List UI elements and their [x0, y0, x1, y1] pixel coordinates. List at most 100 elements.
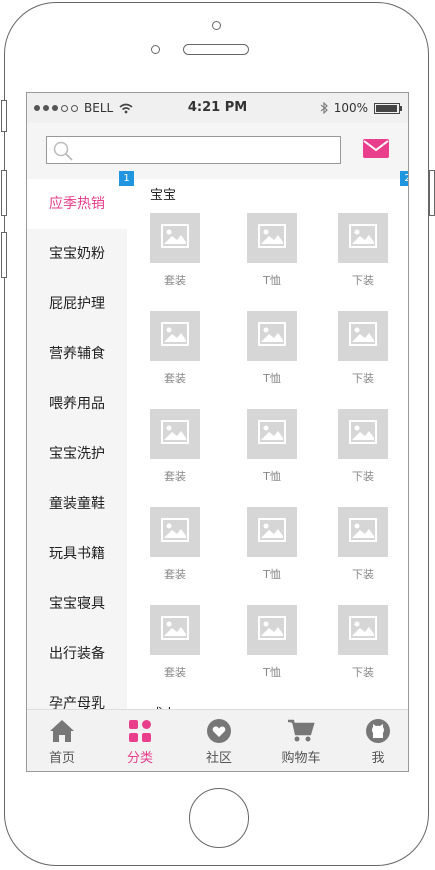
product-thumbnail — [247, 409, 297, 459]
search-input[interactable] — [46, 136, 341, 164]
screen: BELL 4:21 PM 100% 应季热销 宝宝奶粉 屁屁护理 营养辅食 喂养… — [26, 92, 409, 772]
image-placeholder-icon — [349, 224, 377, 248]
tile-label: 下装 — [352, 274, 374, 287]
image-placeholder-icon — [349, 322, 377, 346]
category-tile[interactable]: 下装 — [337, 213, 389, 288]
annotation-badge-2: 2 — [400, 171, 408, 186]
tab-label: 购物车 — [281, 751, 321, 766]
home-button[interactable] — [189, 788, 249, 848]
power-button — [429, 170, 435, 216]
image-placeholder-icon — [349, 518, 377, 542]
tile-label: 套装 — [164, 568, 186, 581]
product-thumbnail — [338, 409, 388, 459]
product-thumbnail — [247, 605, 297, 655]
volume-up-button — [1, 170, 7, 216]
sidebar-item[interactable]: 宝宝寝具 — [27, 579, 127, 629]
category-tile[interactable]: T恤 — [246, 605, 298, 680]
tab-item[interactable]: 我 — [343, 716, 408, 766]
product-thumbnail — [247, 311, 297, 361]
image-placeholder-icon — [349, 616, 377, 640]
tile-label: T恤 — [263, 470, 281, 483]
image-placeholder-icon — [161, 224, 189, 248]
sidebar-item[interactable]: 宝宝洗护 — [27, 429, 127, 479]
status-bar: BELL 4:21 PM 100% — [27, 93, 408, 123]
category-content: 宝宝 成人 套装T恤下装套装T恤下装套装T恤下装套装T恤下装套装T恤下装 — [127, 179, 408, 709]
tile-label: 套装 — [164, 666, 186, 679]
sidebar-item[interactable]: 宝宝奶粉 — [27, 229, 127, 279]
tile-label: 套装 — [164, 470, 186, 483]
earpiece-speaker — [183, 44, 249, 55]
category-tile[interactable]: T恤 — [246, 507, 298, 582]
product-thumbnail — [247, 213, 297, 263]
product-thumbnail — [150, 605, 200, 655]
annotation-badge-1: 1 — [119, 171, 134, 186]
product-thumbnail — [150, 409, 200, 459]
search-bar — [27, 123, 408, 179]
category-sidebar: 应季热销 宝宝奶粉 屁屁护理 营养辅食 喂养用品 宝宝洗护 童装童鞋 玩具书籍 宝宝寝具 出行装备… — [27, 179, 127, 712]
tile-label: 下装 — [352, 666, 374, 679]
github-icon — [343, 716, 408, 746]
front-camera — [212, 21, 221, 30]
grid-icon — [105, 716, 175, 746]
image-placeholder-icon — [258, 420, 286, 444]
product-thumbnail — [338, 605, 388, 655]
tile-label: 下装 — [352, 470, 374, 483]
sidebar-item[interactable]: 屁屁护理 — [27, 279, 127, 329]
battery-percent: 100% — [333, 101, 368, 115]
category-tile[interactable]: 套装 — [149, 311, 201, 386]
product-thumbnail — [150, 213, 200, 263]
category-tile[interactable]: 套装 — [149, 605, 201, 680]
category-tile[interactable]: 套装 — [149, 213, 201, 288]
section-title: 宝宝 — [150, 188, 177, 203]
category-tile[interactable]: 下装 — [337, 409, 389, 484]
tab-bar: 首页 分类 社区 购物车 我 — [27, 709, 408, 771]
mail-icon[interactable] — [363, 139, 389, 158]
tab-label: 我 — [371, 751, 385, 766]
tab-label: 首页 — [48, 751, 75, 766]
image-placeholder-icon — [258, 322, 286, 346]
tile-label: 下装 — [352, 372, 374, 385]
sidebar-item[interactable]: 营养辅食 — [27, 329, 127, 379]
category-tile[interactable]: T恤 — [246, 213, 298, 288]
tile-label: T恤 — [263, 666, 281, 679]
tab-label: 分类 — [126, 751, 153, 766]
category-tile[interactable]: 下装 — [337, 605, 389, 680]
sidebar-item[interactable]: 喂养用品 — [27, 379, 127, 429]
volume-down-button — [1, 232, 7, 278]
product-thumbnail — [150, 311, 200, 361]
sidebar-item[interactable]: 应季热销 — [27, 179, 127, 229]
sensor — [151, 45, 160, 54]
heart-icon — [184, 716, 254, 746]
sidebar-item[interactable]: 玩具书籍 — [27, 529, 127, 579]
category-tile[interactable]: 套装 — [149, 409, 201, 484]
tile-label: 套装 — [164, 372, 186, 385]
mute-switch — [1, 100, 7, 132]
tab-item[interactable]: 分类 — [105, 716, 175, 766]
category-tile[interactable]: 下装 — [337, 311, 389, 386]
image-placeholder-icon — [161, 420, 189, 444]
tile-label: 套装 — [164, 274, 186, 287]
image-placeholder-icon — [258, 616, 286, 640]
product-thumbnail — [247, 507, 297, 557]
tab-item[interactable]: 社区 — [184, 716, 254, 766]
image-placeholder-icon — [161, 322, 189, 346]
product-thumbnail — [338, 213, 388, 263]
product-thumbnail — [338, 507, 388, 557]
tab-item[interactable]: 首页 — [27, 716, 97, 766]
tab-item[interactable]: 购物车 — [266, 716, 336, 766]
sidebar-item[interactable]: 出行装备 — [27, 629, 127, 679]
image-placeholder-icon — [258, 518, 286, 542]
search-icon — [53, 141, 73, 161]
category-tile[interactable]: 套装 — [149, 507, 201, 582]
product-thumbnail — [150, 507, 200, 557]
category-tile[interactable]: T恤 — [246, 409, 298, 484]
image-placeholder-icon — [161, 518, 189, 542]
tile-label: T恤 — [263, 568, 281, 581]
category-tile[interactable]: 下装 — [337, 507, 389, 582]
product-thumbnail — [338, 311, 388, 361]
tab-label: 社区 — [205, 751, 232, 766]
sidebar-item[interactable]: 童装童鞋 — [27, 479, 127, 529]
category-tile[interactable]: T恤 — [246, 311, 298, 386]
tile-label: 下装 — [352, 568, 374, 581]
bluetooth-icon — [320, 102, 328, 114]
